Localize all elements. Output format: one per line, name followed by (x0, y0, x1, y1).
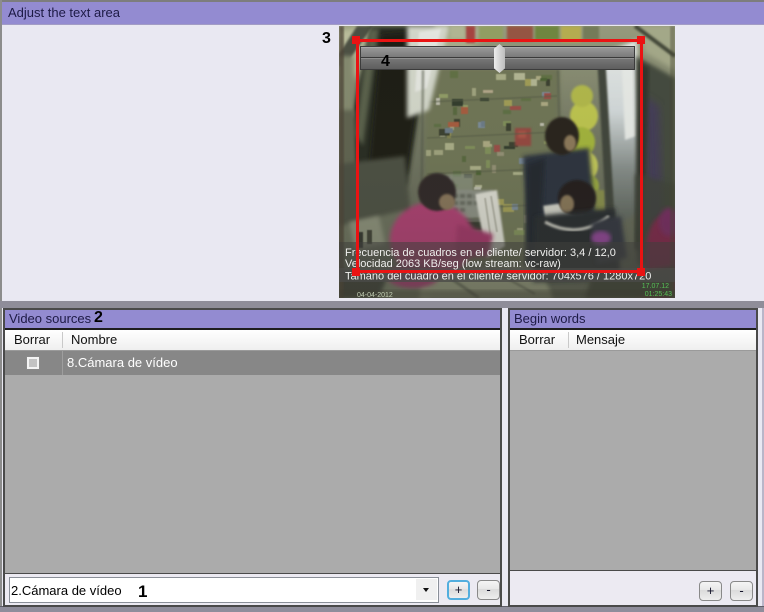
svg-text:01:25:43: 01:25:43 (645, 291, 672, 298)
svg-text:Velocidad 2063 KB/seg (low str: Velocidad 2063 KB/seg (low stream: vc-ra… (345, 258, 561, 270)
svg-text:04-04-2012: 04-04-2012 (357, 292, 393, 298)
svg-text:17.07.12: 17.07.12 (642, 283, 669, 290)
